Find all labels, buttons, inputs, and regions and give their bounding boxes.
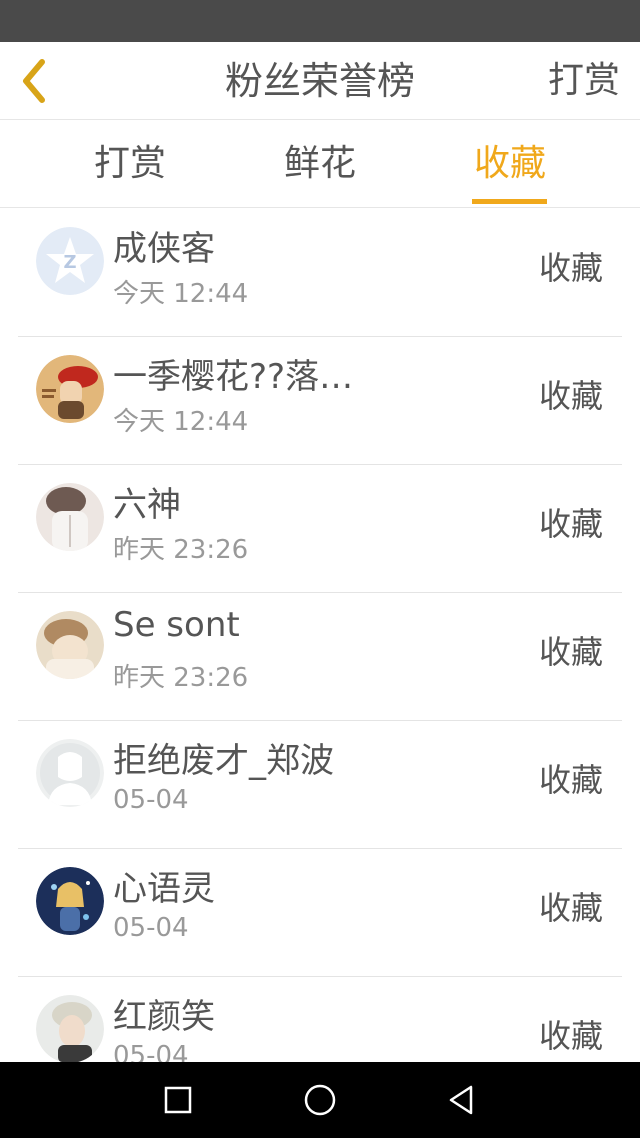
favorite-label: 收藏 — [538, 1017, 603, 1055]
man-photo-avatar — [36, 995, 104, 1062]
active-tab-indicator — [472, 199, 547, 204]
list-item[interactable]: 拒绝废才_郑波 05-04 收藏 — [0, 721, 640, 849]
favorite-label: 收藏 — [538, 889, 603, 927]
fan-name: 心语灵 — [113, 869, 215, 909]
favorite-label: 收藏 — [538, 249, 603, 287]
girl-photo-avatar — [36, 611, 104, 679]
recent-apps-button[interactable] — [158, 1080, 198, 1120]
list-item[interactable]: Z 成侠客 今天 12:44 收藏 — [0, 209, 640, 337]
back-nav-button[interactable] — [442, 1080, 482, 1120]
favorite-label: 收藏 — [538, 633, 603, 671]
home-button[interactable] — [300, 1080, 340, 1120]
circle-icon — [304, 1084, 336, 1116]
fan-time: 今天 12:44 — [113, 279, 249, 309]
fan-time: 昨天 23:26 — [113, 535, 249, 565]
default-silhouette-avatar — [36, 739, 104, 807]
favorite-label: 收藏 — [538, 505, 603, 543]
svg-text:Z: Z — [63, 252, 76, 273]
person-photo-avatar — [36, 483, 104, 551]
fan-name: 一季樱花??落… — [113, 357, 354, 397]
tab-reward[interactable]: 打赏 — [60, 120, 200, 208]
fan-name: 红颜笑 — [113, 997, 215, 1037]
fan-list: Z 成侠客 今天 12:44 收藏 一季樱花??落… 今天 12:44 收藏 六… — [0, 209, 640, 1062]
girl-red-hat-avatar — [36, 355, 104, 423]
fan-time: 昨天 23:26 — [113, 663, 249, 693]
fan-time: 05-04 — [113, 913, 189, 943]
system-nav-bar — [0, 1062, 640, 1138]
status-bar — [0, 0, 640, 42]
anime-character-avatar — [36, 867, 104, 935]
fan-time: 今天 12:44 — [113, 407, 249, 437]
fan-time: 05-04 — [113, 785, 189, 815]
header-bar: 粉丝荣誉榜 打赏 — [0, 42, 640, 120]
page-title: 粉丝荣誉榜 — [224, 59, 415, 103]
square-icon — [164, 1086, 192, 1114]
reward-button[interactable]: 打赏 — [548, 42, 620, 120]
list-item[interactable]: 一季樱花??落… 今天 12:44 收藏 — [0, 337, 640, 465]
fan-name: 六神 — [113, 485, 181, 525]
tab-flowers[interactable]: 鲜花 — [250, 120, 390, 208]
favorite-label: 收藏 — [538, 761, 603, 799]
tab-favorites[interactable]: 收藏 — [440, 120, 580, 208]
list-item[interactable]: Se sont 昨天 23:26 收藏 — [0, 593, 640, 721]
back-button[interactable] — [10, 56, 58, 106]
fan-name: 拒绝废才_郑波 — [113, 741, 334, 781]
chevron-left-icon — [23, 59, 45, 103]
tab-bar: 打赏 鲜花 收藏 — [0, 120, 640, 208]
favorite-label: 收藏 — [538, 377, 603, 415]
list-item[interactable]: 红颜笑 05-04 收藏 — [0, 977, 640, 1062]
list-item[interactable]: 心语灵 05-04 收藏 — [0, 849, 640, 977]
triangle-back-icon — [449, 1085, 473, 1115]
fan-time: 05-04 — [113, 1041, 189, 1062]
qq-star-avatar: Z — [36, 227, 104, 295]
fan-name: Se sont — [113, 605, 240, 645]
list-item[interactable]: 六神 昨天 23:26 收藏 — [0, 465, 640, 593]
fan-name: 成侠客 — [113, 229, 215, 269]
